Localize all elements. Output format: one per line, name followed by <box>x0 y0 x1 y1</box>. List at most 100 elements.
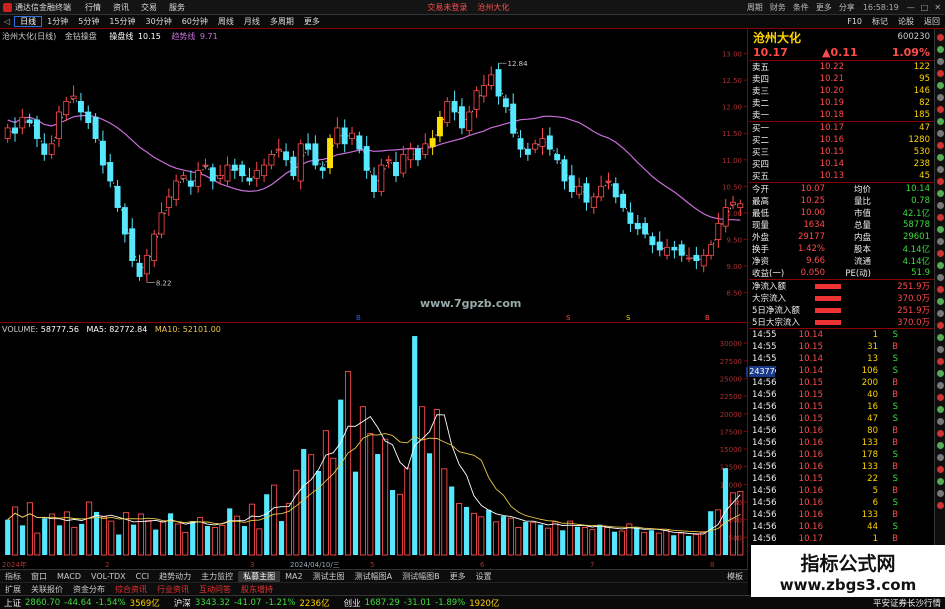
volume-bar[interactable] <box>634 527 640 555</box>
volume-bar[interactable] <box>182 531 189 556</box>
candle-body[interactable] <box>400 154 407 174</box>
candle-body[interactable] <box>678 244 685 256</box>
volume-bar[interactable] <box>352 471 359 555</box>
volume-bar[interactable] <box>655 532 662 556</box>
side-tool-icon[interactable] <box>936 394 944 401</box>
volume-bar[interactable] <box>552 521 559 556</box>
minimize-icon[interactable]: — <box>907 3 915 12</box>
volume-bar[interactable] <box>42 518 48 555</box>
volume-bar[interactable] <box>190 521 196 555</box>
candle-body[interactable] <box>620 193 627 208</box>
period-menu-item[interactable]: 更多 <box>299 17 325 26</box>
quote-stock-name[interactable]: 沧州大化 <box>753 29 801 46</box>
side-tool-icon[interactable] <box>936 466 944 473</box>
candle-body[interactable] <box>34 119 40 139</box>
bottom-tab[interactable]: 互动问答 <box>194 584 236 595</box>
indicator-tab[interactable]: 窗口 <box>26 571 52 582</box>
candle-body[interactable] <box>305 143 312 150</box>
volume-bar[interactable] <box>86 501 93 556</box>
candle-body[interactable] <box>510 103 517 134</box>
indicator-tab[interactable]: 私募主图 <box>238 570 281 582</box>
volume-bar[interactable] <box>560 530 566 555</box>
period-tab[interactable]: 60分钟 <box>177 17 213 26</box>
bottom-tab[interactable]: 综合资讯 <box>110 584 152 595</box>
side-tool-icon[interactable] <box>936 430 944 437</box>
candle-body[interactable] <box>495 69 502 97</box>
period-menu-item[interactable]: 多周期 <box>265 17 299 26</box>
index-name[interactable]: 创业 <box>344 597 361 609</box>
candle-body[interactable] <box>70 95 77 100</box>
volume-bar[interactable] <box>618 530 625 556</box>
volume-bar[interactable] <box>611 531 618 555</box>
candle-body[interactable] <box>41 143 48 155</box>
side-tool-icon[interactable] <box>936 142 944 149</box>
candle-body[interactable] <box>407 148 414 161</box>
volume-bar[interactable] <box>389 490 396 555</box>
side-tool-icon[interactable] <box>936 382 944 389</box>
side-tool-icon[interactable] <box>936 454 944 461</box>
side-tool-icon[interactable] <box>936 310 944 317</box>
side-tool-icon[interactable] <box>936 418 944 425</box>
volume-bar[interactable] <box>507 517 514 556</box>
candle-body[interactable] <box>436 116 443 137</box>
side-tool-icon[interactable] <box>936 34 944 41</box>
volume-bar[interactable] <box>130 524 137 555</box>
candle-body[interactable] <box>466 111 473 131</box>
top-tab[interactable]: 行情 <box>85 3 101 12</box>
indicator-tab[interactable]: 更多 <box>445 571 471 582</box>
top-menu[interactable]: 条件 <box>793 3 809 12</box>
volume-bar[interactable] <box>715 509 722 556</box>
toolbar-right-item[interactable]: F10 <box>842 17 867 26</box>
candle-body[interactable] <box>136 262 143 277</box>
volume-bar[interactable] <box>375 454 381 555</box>
side-tool-icon[interactable] <box>936 478 944 485</box>
side-tool-icon[interactable] <box>936 154 944 161</box>
candle-body[interactable] <box>158 212 165 235</box>
side-tool-icon[interactable] <box>936 334 944 341</box>
volume-bar[interactable] <box>441 468 448 556</box>
volume-bar[interactable] <box>204 526 211 555</box>
candle-body[interactable] <box>605 180 612 183</box>
candle-body[interactable] <box>4 127 11 139</box>
volume-bar[interactable] <box>345 370 352 556</box>
period-menu-item[interactable]: 周线 <box>213 17 239 26</box>
volume-bar[interactable] <box>478 516 485 556</box>
login-status[interactable]: 交易未登录 <box>427 2 467 13</box>
toolbar-right-item[interactable]: 标记 <box>867 17 893 26</box>
candle-body[interactable] <box>173 180 180 200</box>
candle-body[interactable] <box>114 185 121 208</box>
candle-body[interactable] <box>488 74 495 86</box>
candle-body[interactable] <box>187 180 194 187</box>
candle-body[interactable] <box>649 236 656 246</box>
volume-bar[interactable] <box>137 513 144 556</box>
volume-bar[interactable] <box>330 457 337 556</box>
candle-body[interactable] <box>708 244 714 256</box>
index-name[interactable]: 沪深 <box>174 597 191 609</box>
candle-body[interactable] <box>180 175 187 179</box>
candle-body[interactable] <box>715 223 722 240</box>
side-tool-icon[interactable] <box>936 322 944 329</box>
indicator-tab[interactable]: VOL-TDX <box>86 572 131 581</box>
side-tool-icon[interactable] <box>936 202 944 209</box>
candle-body[interactable] <box>583 183 590 203</box>
side-tool-icon[interactable] <box>936 226 944 233</box>
candle-body[interactable] <box>107 162 114 182</box>
top-menu-right[interactable]: 更多 <box>816 3 832 12</box>
period-tab[interactable]: 1分钟 <box>42 17 73 26</box>
candle-body[interactable] <box>195 169 202 187</box>
candle-body[interactable] <box>92 116 99 139</box>
volume-bar[interactable] <box>322 430 329 556</box>
kline-chart[interactable]: 13.00 12.50 12.00 11.50 11.00 10.50 10.00 9.50 9… <box>0 29 748 322</box>
bottom-tab[interactable]: 行业资讯 <box>152 584 194 595</box>
candle-body[interactable] <box>151 233 158 262</box>
volume-bar[interactable] <box>264 494 270 555</box>
period-tab[interactable]: 30分钟 <box>141 17 177 26</box>
period-tab[interactable]: 日线 <box>14 16 43 27</box>
volume-bar[interactable] <box>419 406 426 556</box>
volume-bar[interactable] <box>271 484 278 556</box>
candle-body[interactable] <box>202 164 209 167</box>
side-tool-icon[interactable] <box>936 442 944 449</box>
back-arrow-icon[interactable]: ◁ <box>0 17 14 26</box>
volume-bar[interactable] <box>678 532 685 556</box>
candle-body[interactable] <box>261 164 268 177</box>
